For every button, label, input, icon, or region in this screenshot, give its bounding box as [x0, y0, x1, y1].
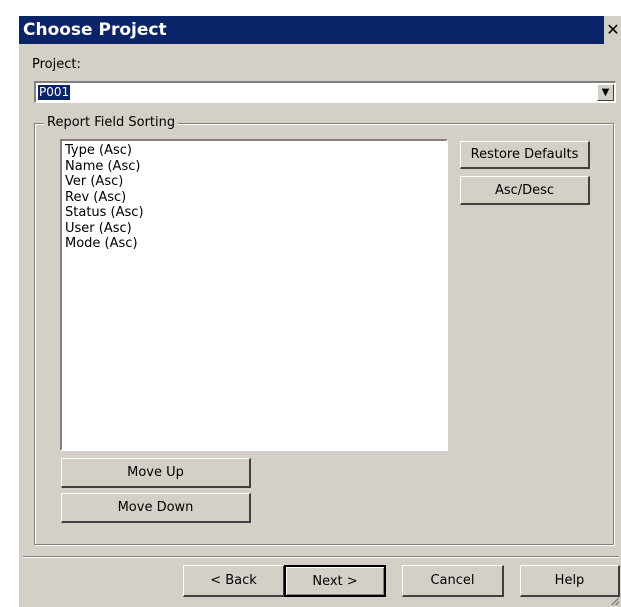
next-button[interactable]: Next >	[284, 565, 386, 597]
restore-defaults-button[interactable]: Restore Defaults	[460, 141, 590, 169]
footer-divider	[23, 556, 619, 558]
list-item[interactable]: User (Asc)	[65, 221, 443, 237]
asc-desc-button[interactable]: Asc/Desc	[460, 176, 590, 205]
close-icon[interactable]: ✕	[604, 16, 621, 44]
list-item[interactable]: Type (Asc)	[65, 143, 443, 159]
title-bar: Choose Project ✕	[19, 16, 621, 44]
sort-field-list[interactable]: Type (Asc) Name (Asc) Ver (Asc) Rev (Asc…	[60, 139, 448, 451]
list-item[interactable]: Ver (Asc)	[65, 174, 443, 190]
choose-project-dialog: Choose Project ✕ Project: P001 ▼ Report …	[18, 15, 621, 607]
list-item[interactable]: Mode (Asc)	[65, 236, 443, 252]
chevron-down-icon[interactable]: ▼	[597, 84, 614, 101]
project-label: Project:	[32, 57, 81, 72]
project-selected-value: P001	[38, 85, 71, 100]
move-down-button[interactable]: Move Down	[61, 493, 251, 523]
cancel-button[interactable]: Cancel	[402, 565, 504, 597]
move-up-button[interactable]: Move Up	[61, 458, 251, 488]
report-field-sorting-label: Report Field Sorting	[44, 115, 179, 131]
list-item[interactable]: Status (Asc)	[65, 205, 443, 221]
help-button[interactable]: Help	[520, 565, 620, 597]
list-item[interactable]: Name (Asc)	[65, 159, 443, 175]
list-item[interactable]: Rev (Asc)	[65, 190, 443, 206]
project-dropdown[interactable]: P001 ▼	[34, 81, 616, 103]
window-title: Choose Project	[23, 20, 167, 40]
resize-grip-icon[interactable]	[609, 595, 619, 605]
back-button[interactable]: < Back	[183, 565, 285, 597]
